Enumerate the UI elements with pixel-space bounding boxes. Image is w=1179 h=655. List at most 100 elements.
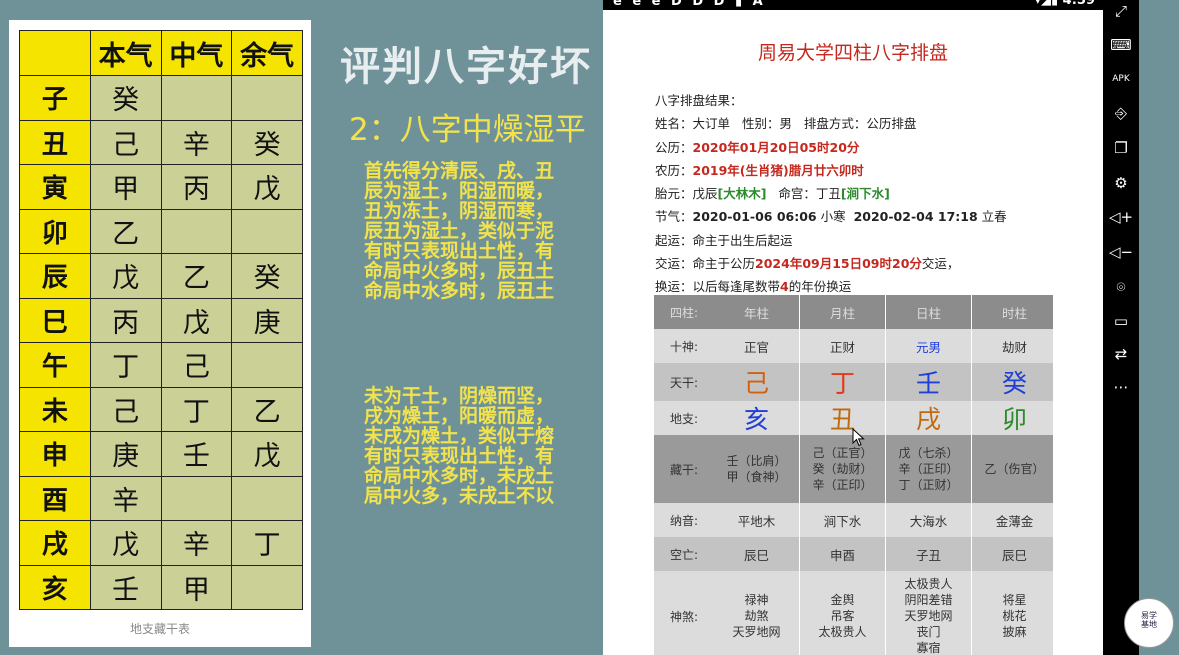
chart-cell-shishen: 元男: [885, 329, 971, 363]
status-bar: e e e D D D ▮ A ▾◢▮ 4:59: [603, 0, 1103, 10]
chart-row-shishen: 十神: 正官 正财 元男 劫财: [654, 329, 1053, 363]
shensha-value: 禄神 劫煞 天罗地网: [732, 593, 781, 639]
chart-row-nayin: 纳音: 平地木 涧下水 大海水 金薄金: [654, 503, 1053, 537]
shishen-value: 元男: [915, 339, 941, 355]
branch-cell: 午: [19, 342, 91, 388]
notification-icons: e e e D D D ▮ A: [613, 0, 766, 9]
chart-cell-nayin: 涧下水: [799, 503, 885, 537]
app-title: 周易大学四柱八字排盘: [757, 42, 948, 64]
slide-paragraph-2: 未为干土，阴燥而坚， 戌为燥土，阳暖而虚， 未戌为燥土，类似于熔 有时只表现出土…: [364, 385, 555, 507]
chart-column-header: 月柱: [799, 295, 885, 329]
qiyun-line: 起运：命主于出生后起运: [655, 233, 793, 248]
chart-column-header: 年柱: [743, 305, 769, 321]
table-header-row: 本气 中气 余气: [19, 30, 303, 76]
taiyuan-line: 胎元：戊辰[大林木] 命宫：丁丑[涧下水]: [655, 186, 890, 201]
chart-column-header: 日柱: [885, 295, 971, 329]
branch-cell: 子: [19, 75, 91, 121]
keyboard-icon[interactable]: ⌨: [1103, 36, 1139, 54]
branch-cell: 卯: [19, 208, 91, 254]
nayin-value: 涧下水: [823, 513, 862, 529]
branch-cell: 辰: [19, 253, 91, 299]
lunar-date-line: 农历：2019年(生肖猪)腊月廿六卯时: [655, 163, 864, 178]
stem-cell: 乙: [89, 208, 162, 254]
table-row: 午丁己: [19, 342, 303, 388]
login-icon[interactable]: ⎆: [1103, 104, 1139, 122]
table-row: 未己丁乙: [19, 386, 303, 432]
fullscreen-icon[interactable]: ⤢: [1103, 2, 1139, 20]
huanyun-line: 换运：以后每逢尾数带4的年份换运: [655, 279, 852, 294]
dizhi-value: 亥: [743, 405, 769, 434]
stem-cell: 己: [160, 342, 233, 388]
canggan-value: 己（正官） 癸（劫财） 辛（正印）: [812, 446, 873, 492]
solar-date-line: 公历：2020年01月20日05时20分: [655, 140, 860, 155]
table-caption: 地支藏干表: [129, 622, 190, 636]
chart-cell-kongwang: 辰巳: [971, 537, 1057, 571]
copy-icon[interactable]: ❐: [1103, 139, 1139, 157]
settings-icon[interactable]: ⚙: [1103, 174, 1139, 192]
chart-cell-shishen: 正官: [714, 329, 799, 363]
table-row: 巳丙戊庚: [19, 297, 303, 343]
rotate-icon[interactable]: ⇄: [1103, 345, 1139, 363]
chart-cell-nayin: 大海水: [885, 503, 971, 537]
chart-header-row: 四柱: 年柱 月柱 日柱 时柱: [654, 295, 1053, 329]
volume-up-icon[interactable]: ◁+: [1103, 208, 1139, 226]
result-label: 八字排盘结果：: [655, 93, 743, 108]
stem-cell: [231, 475, 303, 521]
table-row: 子癸: [19, 75, 303, 121]
tiangan-value: 己: [743, 369, 769, 398]
stem-cell: [231, 342, 303, 388]
header-cell: [19, 30, 91, 76]
stem-cell: 辛: [160, 119, 233, 165]
chart-row-shensha: 神煞: 禄神 劫煞 天罗地网 金舆 吊客 太极贵人 太极贵人 阴阳差错 天罗地网 丧门…: [654, 571, 1053, 655]
chart-cell-canggan: 己（正官） 癸（劫财） 辛（正印）: [799, 435, 885, 503]
chart-cell-shishen: 正财: [799, 329, 885, 363]
branch-cell: 丑: [19, 119, 91, 165]
kongwang-value: 辰巳: [743, 547, 769, 563]
row-label: 神煞:: [669, 609, 699, 624]
chart-cell-shensha: 金舆 吊客 太极贵人: [799, 571, 885, 655]
branch-cell: 酉: [19, 475, 91, 521]
stem-cell: 丁: [160, 386, 233, 432]
table-row: 寅甲丙戊: [19, 164, 303, 210]
chart-cell-tiangan: 壬: [885, 363, 971, 401]
folder-icon[interactable]: ▭: [1103, 312, 1139, 330]
volume-down-icon[interactable]: ◁−: [1103, 243, 1139, 261]
stem-cell: 壬: [89, 564, 162, 610]
app-screen: 周易大学四柱八字排盘 八字排盘结果： 姓名：大订单 性别：男 排盘方式：公历排盘…: [603, 10, 1103, 655]
row-label: 空亡:: [669, 547, 699, 562]
logo-seal: 易学 基地: [1124, 598, 1174, 648]
mouse-cursor-icon: [852, 428, 865, 447]
chart-cell-tiangan: 癸: [971, 363, 1057, 401]
apk-icon[interactable]: APK: [1103, 74, 1139, 84]
more-icon[interactable]: ⋯: [1103, 378, 1139, 396]
chart-cell-tiangan: 己: [714, 363, 799, 401]
chart-row-tiangan: 天干: 己 丁 壬 癸: [654, 363, 1053, 401]
shishen-value: 正财: [829, 339, 855, 355]
chart-cell-shensha: 将星 桃花 披麻: [971, 571, 1057, 655]
branch-cell: 戌: [19, 520, 91, 566]
emulator-toolbar: ⤢ ⌨ APK ⎆ ❐ ⚙ ◁+ ◁− ⌾ ▭ ⇄ ⋯: [1103, 0, 1139, 655]
chart-cell-dizhi: 戌: [885, 401, 971, 435]
branch-cell: 未: [19, 386, 91, 432]
tiangan-value: 丁: [829, 369, 855, 398]
row-label: 藏干:: [669, 462, 699, 477]
shensha-value: 将星 桃花 披麻: [1002, 593, 1027, 639]
location-icon[interactable]: ⌾: [1103, 278, 1139, 296]
stem-cell: 庚: [231, 297, 303, 343]
signal-icon: ▾◢▮: [1034, 0, 1059, 8]
chart-cell-canggan: 戊（七杀） 辛（正印） 丁（正财）: [885, 435, 971, 503]
shishen-value: 劫财: [1001, 339, 1027, 355]
dizhi-value: 戌: [915, 405, 941, 434]
stem-cell: 戊: [89, 520, 162, 566]
tiangan-value: 癸: [1001, 369, 1027, 398]
chart-cell-tiangan: 丁: [799, 363, 885, 401]
stem-cell: 辛: [89, 475, 162, 521]
nayin-value: 大海水: [909, 513, 948, 529]
table-row: 戌戊辛丁: [19, 520, 303, 566]
stem-cell: [231, 564, 303, 610]
nayin-value: 金薄金: [995, 513, 1034, 529]
status-right: ▾◢▮ 4:59: [1034, 0, 1095, 8]
chart-cell-canggan: 乙（伤官）: [971, 435, 1057, 503]
row-label: 十神:: [669, 339, 699, 354]
jiaoyun-line: 交运：命主于公历2024年09月15日09时20分交运，: [655, 256, 960, 271]
